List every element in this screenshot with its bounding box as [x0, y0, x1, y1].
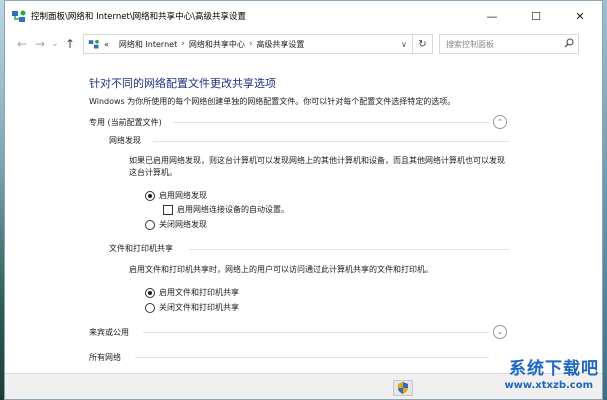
admin-shield-button[interactable] [393, 380, 413, 396]
network-discovery-on-label: 启用网络发现 [159, 191, 207, 200]
divider [153, 141, 509, 142]
content-area: 针对不同的网络配置文件更改共享选项 Windows 为你所使用的每个网络创建单独… [5, 57, 602, 399]
address-bar[interactable]: « 网络和 Internet › 网络和共享中心 › 高级共享设置 ∨ [83, 34, 413, 54]
file-sharing-text: 启用文件和打印机共享时，网络上的用户可以访问通过此计算机共享的文件和打印机。 [129, 265, 433, 274]
network-discovery-off-option[interactable]: 关闭网络发现 [145, 219, 207, 230]
watermark: 系统下载吧 www.xtxzb.com [479, 352, 603, 398]
recent-locations-button[interactable]: ⌄ [49, 34, 61, 54]
watermark-url: www.xtxzb.com [504, 380, 593, 391]
network-discovery-off-label: 关闭网络发现 [159, 220, 207, 229]
profile-guest-public-header[interactable]: 来宾或公用 [89, 325, 129, 339]
search-icon [564, 38, 574, 50]
chevron-right-icon[interactable]: › [249, 39, 253, 49]
auto-setup-option[interactable]: 启用网络连接设备的自动设置。 [163, 204, 289, 215]
shield-icon [398, 382, 408, 394]
radio-selected-icon[interactable] [145, 287, 155, 298]
breadcrumb-network-internet[interactable]: 网络和 Internet [119, 39, 177, 50]
file-sharing-on-label: 启用文件和打印机共享 [159, 288, 239, 297]
chevron-up-icon[interactable]: ⌃ [493, 115, 507, 129]
network-discovery-on-option[interactable]: 启用网络发现 [145, 190, 207, 201]
window-title: 控制面板\网络和 Internet\网络和共享中心\高级共享设置 [31, 12, 247, 22]
window-controls: — ☐ ✕ [470, 1, 602, 31]
breadcrumb-overflow[interactable]: « [104, 40, 109, 49]
search-input[interactable]: 搜索控制面板 [439, 34, 579, 54]
profile-all-networks-header[interactable]: 所有网络 [89, 350, 121, 364]
watermark-title: 系统下载吧 [509, 359, 599, 379]
explorer-window: 控制面板\网络和 Internet\网络和共享中心\高级共享设置 — ☐ ✕ ←… [4, 0, 603, 400]
radio-unselected-icon[interactable] [145, 219, 155, 230]
minimize-button[interactable]: — [470, 1, 514, 31]
control-panel-icon [88, 38, 100, 50]
divider [135, 357, 489, 358]
chevron-right-icon[interactable]: › [181, 39, 185, 49]
network-discovery-text: 如果已启用网络发现，则这台计算机可以发现网络上的其他计算机和设备，而且其他网络计… [129, 156, 505, 177]
page-description: Windows 为你所使用的每个网络创建单独的网络配置文件。你可以针对每个配置文… [89, 97, 456, 106]
maximize-button[interactable]: ☐ [514, 1, 558, 31]
divider [189, 249, 509, 250]
address-row: ← → ⌄ ↑ « 网络和 Internet › 网络和共享中心 › 高级共享设… [5, 31, 602, 57]
close-button[interactable]: ✕ [558, 1, 602, 31]
back-button[interactable]: ← [13, 34, 31, 54]
up-button[interactable]: ↑ [61, 34, 79, 54]
refresh-button[interactable]: ↻ [413, 34, 433, 54]
breadcrumb-advanced-sharing[interactable]: 高级共享设置 [256, 39, 304, 50]
forward-button[interactable]: → [31, 34, 49, 54]
radio-unselected-icon[interactable] [145, 302, 155, 313]
title-bar: 控制面板\网络和 Internet\网络和共享中心\高级共享设置 — ☐ ✕ [5, 1, 602, 31]
profile-private-header[interactable]: 专用 (当前配置文件) [89, 115, 162, 129]
chevron-down-icon[interactable]: ⌄ [493, 325, 507, 339]
divider [173, 122, 489, 123]
breadcrumb-network-sharing-center[interactable]: 网络和共享中心 [189, 39, 245, 50]
divider [143, 332, 489, 333]
file-sharing-on-option[interactable]: 启用文件和打印机共享 [145, 287, 239, 298]
file-sharing-off-label: 关闭文件和打印机共享 [159, 303, 239, 312]
network-discovery-title: 网络发现 [109, 136, 141, 145]
auto-setup-label: 启用网络连接设备的自动设置。 [177, 205, 289, 214]
page-title: 针对不同的网络配置文件更改共享选项 [89, 77, 276, 90]
radio-selected-icon[interactable] [145, 190, 155, 201]
checkbox-icon[interactable] [163, 204, 173, 215]
file-sharing-title: 文件和打印机共享 [109, 244, 173, 253]
network-control-panel-icon [11, 8, 27, 24]
search-placeholder: 搜索控制面板 [446, 39, 494, 49]
address-dropdown-icon[interactable]: ∨ [396, 40, 412, 49]
file-sharing-off-option[interactable]: 关闭文件和打印机共享 [145, 302, 239, 313]
